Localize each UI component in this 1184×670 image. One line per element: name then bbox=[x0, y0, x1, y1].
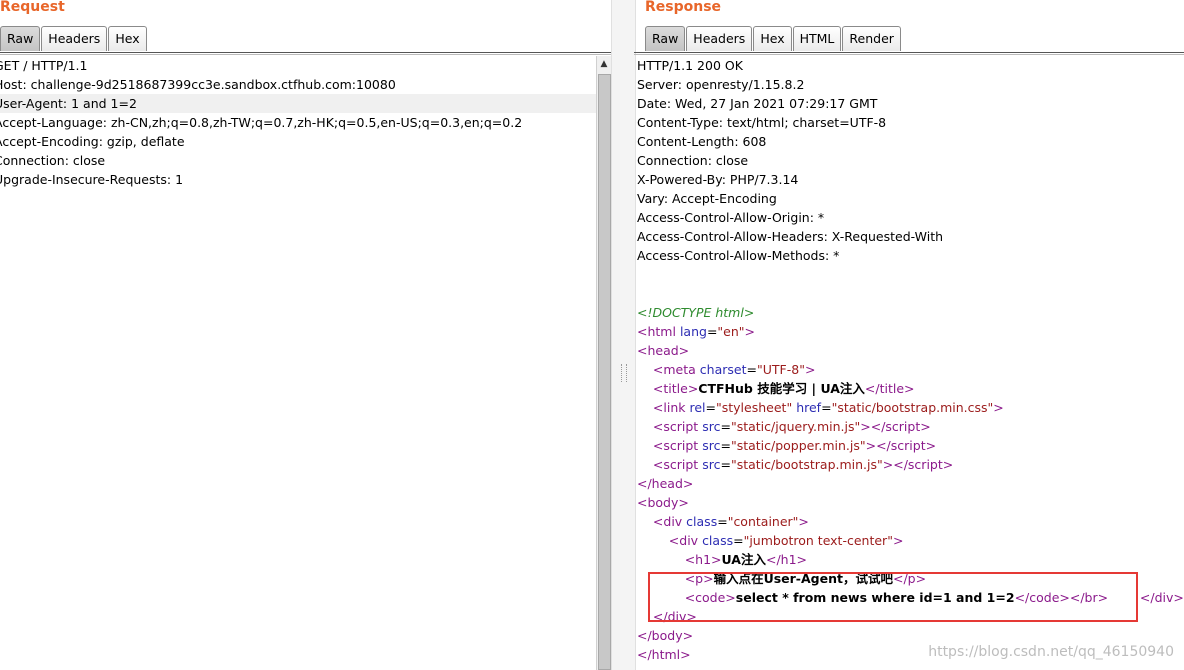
response-header-line: Connection: close bbox=[637, 153, 749, 168]
meta-line: <meta charset="UTF-8"> bbox=[652, 362, 816, 377]
pane-splitter[interactable] bbox=[611, 0, 636, 670]
response-header-line: Access-Control-Allow-Methods: * bbox=[637, 248, 840, 263]
response-tab-divider bbox=[634, 52, 1184, 55]
response-header-line: Content-Type: text/html; charset=UTF-8 bbox=[637, 115, 887, 130]
response-tab-headers[interactable]: Headers bbox=[686, 26, 753, 51]
request-line: Connection: close bbox=[0, 153, 106, 168]
response-header-line: X-Powered-By: PHP/7.3.14 bbox=[637, 172, 799, 187]
response-header-line: Content-Length: 608 bbox=[637, 134, 767, 149]
request-line: GET / HTTP/1.1 bbox=[0, 58, 88, 73]
request-title: Request bbox=[0, 0, 65, 15]
request-line: Accept-Language: zh-CN,zh;q=0.8,zh-TW;q=… bbox=[0, 115, 523, 130]
head-close-line: </head> bbox=[637, 476, 694, 491]
response-header-line: Server: openresty/1.15.8.2 bbox=[637, 77, 805, 92]
response-header-line: HTTP/1.1 200 OK bbox=[637, 58, 743, 73]
highlight-annotation-box bbox=[648, 572, 1138, 622]
response-tab-html[interactable]: HTML bbox=[792, 26, 842, 51]
div-jumbotron-line: <div class="jumbotron text-center"> bbox=[668, 533, 904, 548]
script-line: <script src="static/bootstrap.min.js"></… bbox=[652, 457, 954, 472]
head-open-line: <head> bbox=[637, 343, 690, 358]
body-close-line: </body> bbox=[637, 628, 694, 643]
response-header-line: Vary: Accept-Encoding bbox=[637, 191, 777, 206]
response-tabs: Raw Headers Hex HTML Render bbox=[645, 26, 902, 52]
request-line: Accept-Encoding: gzip, deflate bbox=[0, 134, 185, 149]
splitter-grip-icon[interactable] bbox=[621, 364, 627, 382]
response-pane: Response Raw Headers Hex HTML Render HTT… bbox=[634, 0, 1184, 670]
request-line-user-agent: User-Agent: 1 and 1=2 bbox=[0, 94, 596, 113]
request-tabs: Raw Headers Hex bbox=[0, 26, 148, 52]
request-editor[interactable]: GET / HTTP/1.1 Host: challenge-9d2518687… bbox=[0, 56, 596, 670]
response-header-line: Access-Control-Allow-Origin: * bbox=[637, 210, 825, 225]
response-tab-hex[interactable]: Hex bbox=[753, 26, 792, 51]
h1-line: <h1>UA注入</h1> bbox=[684, 552, 808, 567]
response-tab-render[interactable]: Render bbox=[842, 26, 901, 51]
response-header-line: Date: Wed, 27 Jan 2021 07:29:17 GMT bbox=[637, 96, 878, 111]
request-line: Upgrade-Insecure-Requests: 1 bbox=[0, 172, 184, 187]
script-line: <script src="static/popper.min.js"></scr… bbox=[652, 438, 937, 453]
request-pane: Request Raw Headers Hex GET / HTTP/1.1 H… bbox=[0, 0, 611, 670]
request-line: Host: challenge-9d2518687399cc3e.sandbox… bbox=[0, 77, 396, 92]
request-tab-divider bbox=[0, 52, 611, 55]
scroll-thumb[interactable] bbox=[598, 74, 611, 670]
watermark: https://blog.csdn.net/qq_46150940 bbox=[928, 644, 1174, 660]
response-title: Response bbox=[645, 0, 722, 15]
link-line: <link rel="stylesheet" href="static/boot… bbox=[652, 400, 1004, 415]
response-tab-raw[interactable]: Raw bbox=[645, 26, 686, 51]
response-header-line: Access-Control-Allow-Headers: X-Requeste… bbox=[637, 229, 944, 244]
div-container-line: <div class="container"> bbox=[652, 514, 809, 529]
html-doctype-line: <!DOCTYPE html> bbox=[637, 305, 755, 320]
body-open-line: <body> bbox=[637, 495, 689, 510]
scroll-up-arrow-icon[interactable]: ▲ bbox=[597, 56, 611, 72]
request-tab-raw[interactable]: Raw bbox=[0, 26, 41, 51]
script-line: <script src="static/jquery.min.js"></scr… bbox=[652, 419, 931, 434]
html-open-line: <html lang="en"> bbox=[637, 324, 756, 339]
request-tab-hex[interactable]: Hex bbox=[108, 26, 147, 51]
request-tab-headers[interactable]: Headers bbox=[41, 26, 108, 51]
request-scrollbar[interactable]: ▲ bbox=[596, 56, 611, 670]
title-line: <title>CTFHub 技能学习 | UA注入</title> bbox=[652, 381, 915, 396]
